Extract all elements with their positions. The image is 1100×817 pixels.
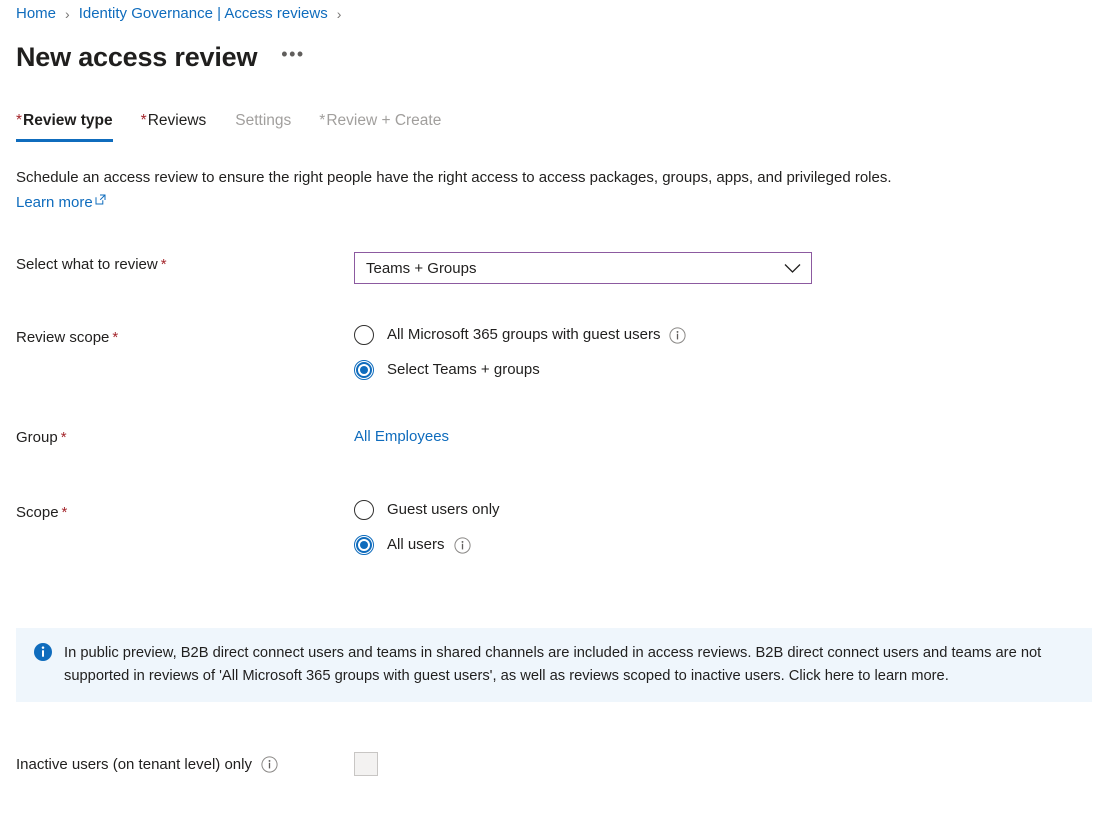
scope-radio-group: Guest users only All users xyxy=(354,500,1086,555)
radio-indicator xyxy=(354,500,374,520)
page-description: Schedule an access review to ensure the … xyxy=(16,166,1076,215)
radio-label: All users xyxy=(387,535,445,555)
label-text: Review scope xyxy=(16,329,109,346)
radio-select-teams-and-groups[interactable]: Select Teams + groups xyxy=(354,360,1086,380)
inactive-users-checkbox[interactable] xyxy=(354,752,378,776)
tab-required-marker: * xyxy=(141,112,147,129)
info-icon[interactable] xyxy=(454,537,471,554)
radio-all-m365-groups-with-guest-users[interactable]: All Microsoft 365 groups with guest user… xyxy=(354,325,1086,345)
breadcrumb-item-identity-governance[interactable]: Identity Governance | Access reviews xyxy=(79,5,328,22)
info-icon[interactable] xyxy=(261,756,278,773)
label-text: Scope xyxy=(16,504,59,521)
required-marker: * xyxy=(62,504,68,521)
more-actions-icon[interactable]: ••• xyxy=(277,41,308,73)
required-marker: * xyxy=(112,329,118,346)
breadcrumb-separator-icon: › xyxy=(65,7,70,21)
label-text: Inactive users (on tenant level) only xyxy=(16,756,252,773)
inactive-users-label: Inactive users (on tenant level) only xyxy=(16,756,354,773)
field-select-what-to-review: Select what to review* Teams + Groups xyxy=(16,252,1086,284)
required-marker: * xyxy=(161,256,167,273)
tab-label: Review type xyxy=(23,112,113,129)
description-text: Schedule an access review to ensure the … xyxy=(16,169,892,186)
external-link-icon xyxy=(95,189,106,212)
select-what-to-review-dropdown[interactable]: Teams + Groups xyxy=(354,252,812,284)
tab-settings[interactable]: Settings xyxy=(234,110,291,142)
required-marker: * xyxy=(61,429,67,446)
group-selected-link[interactable]: All Employees xyxy=(354,428,449,445)
info-banner-text: In public preview, B2B direct connect us… xyxy=(64,642,1076,688)
review-scope-label: Review scope* xyxy=(16,325,354,348)
tab-reviews[interactable]: *Reviews xyxy=(141,110,207,142)
field-scope: Scope* Guest users only All users xyxy=(16,500,1086,555)
page-header: New access review ••• xyxy=(16,40,309,74)
breadcrumb-item-home[interactable]: Home xyxy=(16,5,56,22)
tab-label: Settings xyxy=(235,112,291,129)
radio-indicator xyxy=(354,535,374,555)
radio-label: All Microsoft 365 groups with guest user… xyxy=(387,325,660,345)
group-label: Group* xyxy=(16,425,354,448)
info-filled-icon xyxy=(34,643,52,666)
field-group: Group* All Employees xyxy=(16,425,1086,448)
tab-required-marker: * xyxy=(319,112,325,129)
chevron-down-icon xyxy=(784,263,801,274)
radio-indicator xyxy=(354,325,374,345)
review-scope-radio-group: All Microsoft 365 groups with guest user… xyxy=(354,325,1086,380)
field-review-scope: Review scope* All Microsoft 365 groups w… xyxy=(16,325,1086,380)
select-what-to-review-label: Select what to review* xyxy=(16,252,354,275)
learn-more-link[interactable]: Learn more xyxy=(16,189,106,215)
tab-review-create[interactable]: *Review + Create xyxy=(319,110,441,142)
dropdown-selected-value: Teams + Groups xyxy=(366,260,476,277)
info-icon[interactable] xyxy=(669,327,686,344)
breadcrumb-separator-icon: › xyxy=(337,7,342,21)
label-text: Group xyxy=(16,429,58,446)
tab-required-marker: * xyxy=(16,112,22,129)
radio-guest-users-only[interactable]: Guest users only xyxy=(354,500,1086,520)
field-inactive-users: Inactive users (on tenant level) only xyxy=(16,752,378,776)
breadcrumb: Home › Identity Governance | Access revi… xyxy=(16,5,350,22)
page-title: New access review xyxy=(16,40,257,74)
tab-label: Review + Create xyxy=(326,112,441,129)
wizard-tabs: *Review type *Reviews Settings *Review +… xyxy=(16,110,469,142)
radio-label: Select Teams + groups xyxy=(387,360,540,380)
info-banner: In public preview, B2B direct connect us… xyxy=(16,628,1092,702)
radio-label: Guest users only xyxy=(387,500,500,520)
radio-all-users[interactable]: All users xyxy=(354,535,1086,555)
radio-indicator xyxy=(354,360,374,380)
tab-label: Reviews xyxy=(148,112,207,129)
learn-more-label: Learn more xyxy=(16,191,93,214)
label-text: Select what to review xyxy=(16,256,158,273)
tab-review-type[interactable]: *Review type xyxy=(16,110,113,142)
scope-label: Scope* xyxy=(16,500,354,523)
